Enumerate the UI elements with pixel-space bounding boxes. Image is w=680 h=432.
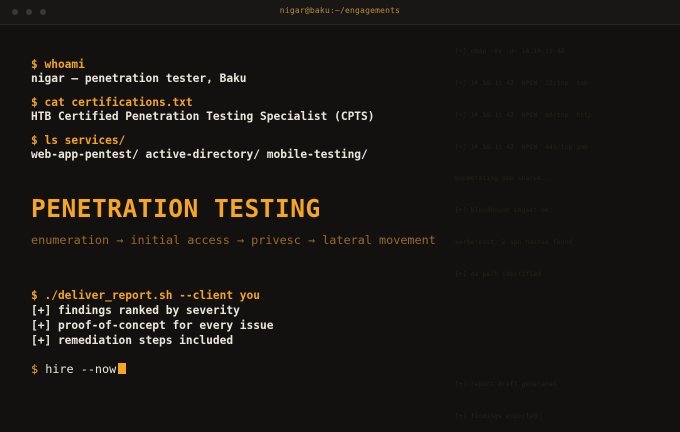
report-item: [+] findings ranked by severity xyxy=(31,304,240,317)
command-block-whoami: $ whoami nigar — penetration tester, Bak… xyxy=(31,58,651,86)
background-log-line: kerberoast: 2 spn hashes found xyxy=(455,237,573,246)
background-log-line: [+] nmap -sV -p- 10.10.11.42 xyxy=(455,47,565,56)
report-item: [+] remediation steps included xyxy=(31,334,234,347)
command-block-certifications: $ cat certifications.txt HTB Certified P… xyxy=(31,96,651,124)
cursor-block xyxy=(118,363,127,374)
prompt-symbol: $ xyxy=(31,362,39,376)
input-prompt[interactable]: $ hire --now xyxy=(31,362,127,376)
background-log-bottom: [+] report draft generated [+] findings … xyxy=(455,358,557,432)
command-line: $ ./deliver_report.sh --client you xyxy=(31,289,261,302)
prompt-command: hire --now xyxy=(45,362,117,376)
background-log-line: [+] findings exported xyxy=(455,411,538,420)
terminal-output: $ whoami nigar — penetration tester, Bak… xyxy=(31,58,651,172)
report-item: [+] proof-of-concept for every issue xyxy=(31,319,274,332)
command-block-services: $ ls services/ web-app-pentest/ active-d… xyxy=(31,134,651,162)
command-output: nigar — penetration tester, Baku xyxy=(31,72,247,85)
report-block: $ ./deliver_report.sh --client you [+] f… xyxy=(31,288,273,348)
background-log-line: enumerating smb shares... xyxy=(455,174,553,183)
command-output: HTB Certified Penetration Testing Specia… xyxy=(31,110,375,123)
command-output: web-app-pentest/ active-directory/ mobil… xyxy=(31,148,368,161)
command-line: $ cat certifications.txt xyxy=(31,96,193,109)
command-line: $ ls services/ xyxy=(31,134,126,147)
background-log-line: [+] da path identified xyxy=(455,269,542,278)
window-titlebar: nigar@baku:~/engagements xyxy=(0,0,680,25)
headline: PENETRATION TESTING xyxy=(31,194,321,223)
command-line: $ whoami xyxy=(31,58,85,71)
background-log-line: [+] bloodhound ingest ok xyxy=(455,206,549,215)
attack-flow: enumeration → initial access → privesc →… xyxy=(31,233,436,247)
background-log-line: [+] report draft generated xyxy=(455,380,557,389)
window-title: nigar@baku:~/engagements xyxy=(279,6,401,15)
